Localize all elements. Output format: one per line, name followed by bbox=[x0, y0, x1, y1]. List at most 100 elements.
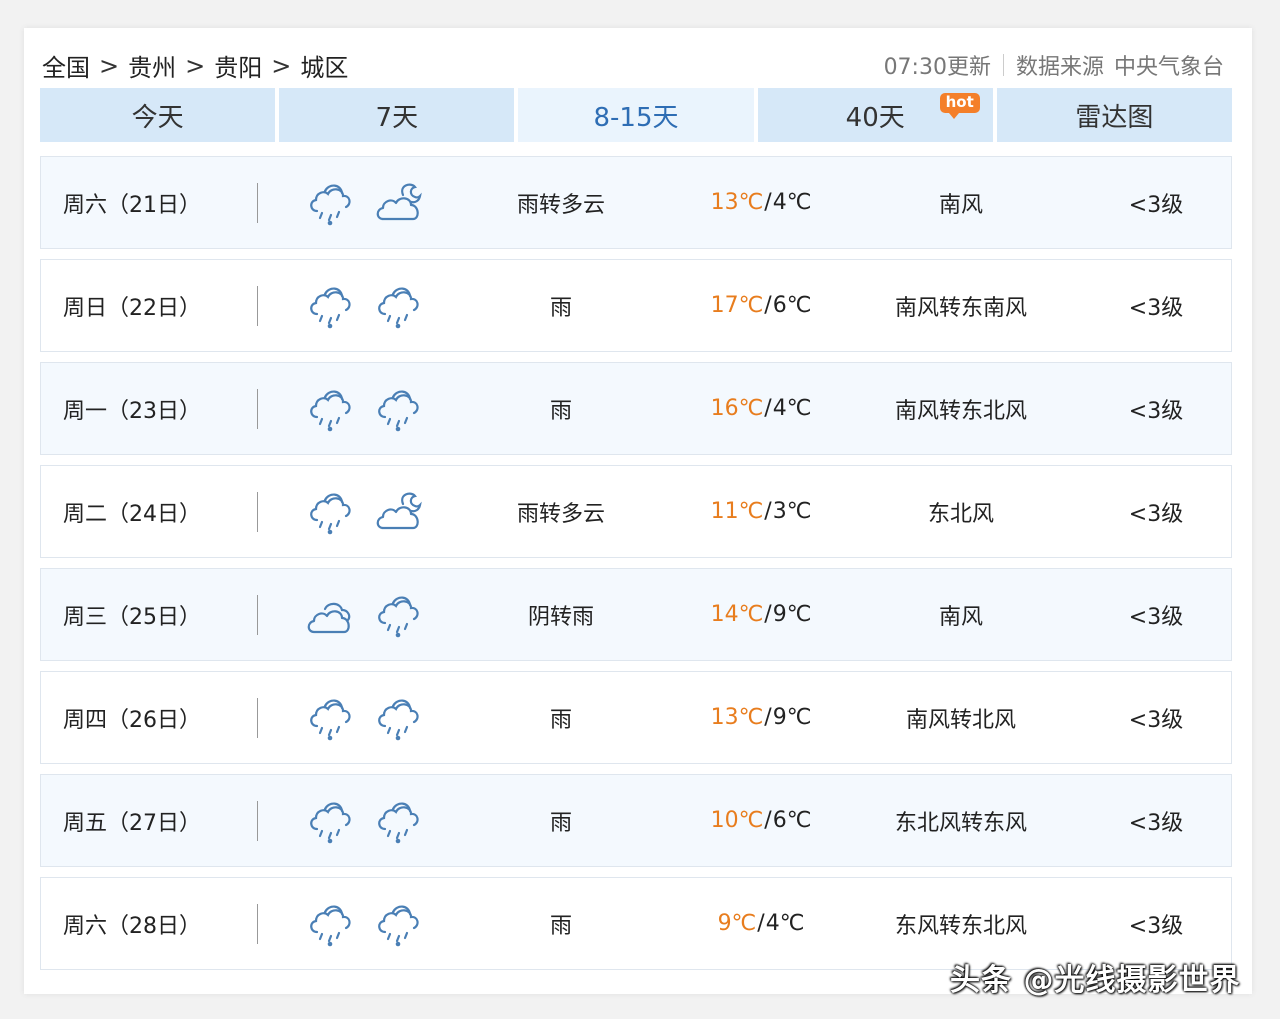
wind-direction: 南风转北风 bbox=[905, 707, 1016, 733]
tab-label: 40天 bbox=[845, 102, 905, 133]
partly-cloudy-night-icon bbox=[373, 179, 425, 227]
temperature-slash: / bbox=[757, 911, 765, 936]
wind-level: <3级 bbox=[1128, 604, 1184, 630]
temperature-slash: / bbox=[764, 396, 772, 421]
weather-icons bbox=[305, 363, 425, 454]
weather-icons bbox=[305, 878, 425, 969]
wind-level: <3级 bbox=[1128, 398, 1184, 424]
tab-label: 8-15天 bbox=[593, 102, 679, 133]
temperature: 14℃/9℃ bbox=[661, 569, 861, 660]
breadcrumb: 全国 > 贵州 > 贵阳 > 城区 bbox=[42, 48, 348, 83]
breadcrumb-item-province[interactable]: 贵州 bbox=[128, 48, 176, 83]
wind-level: <3级 bbox=[1128, 810, 1184, 836]
forecast-row: 周三（25日） 阴转雨 14℃/9℃ 南风 <3级 bbox=[40, 568, 1232, 661]
tab-8-15-days[interactable]: 8-15天 bbox=[518, 88, 754, 142]
day-date: 周日（22日） bbox=[63, 295, 201, 321]
temperature-slash: / bbox=[764, 190, 772, 215]
rain-cloud-icon bbox=[373, 900, 425, 948]
weather-text: 雨 bbox=[549, 913, 572, 939]
wind-direction: 南风转东北风 bbox=[894, 398, 1027, 424]
high-temperature: 13℃ bbox=[710, 190, 764, 215]
tab-label: 今天 bbox=[131, 102, 184, 133]
low-temperature: 6℃ bbox=[772, 808, 812, 833]
rain-cloud-icon bbox=[373, 282, 425, 330]
high-temperature: 11℃ bbox=[710, 499, 764, 524]
wind-direction: 东北风转东风 bbox=[894, 810, 1027, 836]
header: 全国 > 贵州 > 贵阳 > 城区 07:30更新 数据来源 中央气象台 bbox=[24, 28, 1252, 88]
weather-text: 雨 bbox=[549, 398, 572, 424]
forecast-row: 周四（26日） 雨 13℃/9℃ 南风转北风 <3级 bbox=[40, 671, 1232, 764]
weather-panel: 全国 > 贵州 > 贵阳 > 城区 07:30更新 数据来源 中央气象台 今天 … bbox=[24, 28, 1252, 994]
low-temperature: 3℃ bbox=[772, 499, 812, 524]
wind-level: <3级 bbox=[1128, 501, 1184, 527]
day-date: 周四（26日） bbox=[63, 707, 201, 733]
rain-cloud-icon bbox=[373, 385, 425, 433]
high-temperature: 17℃ bbox=[710, 293, 764, 318]
weather-icons bbox=[305, 466, 425, 557]
breadcrumb-item-country[interactable]: 全国 bbox=[42, 48, 90, 83]
low-temperature: 9℃ bbox=[772, 602, 812, 627]
rain-cloud-icon bbox=[305, 797, 357, 845]
rain-cloud-icon bbox=[305, 282, 357, 330]
partly-cloudy-night-icon bbox=[373, 488, 425, 536]
wind-direction: 南风 bbox=[938, 604, 983, 630]
update-time: 07:30更新 bbox=[883, 55, 991, 80]
column-divider bbox=[257, 389, 258, 429]
wind-level: <3级 bbox=[1128, 192, 1184, 218]
temperature: 16℃/4℃ bbox=[661, 363, 861, 454]
watermark: 头条 @光线摄影世界 bbox=[950, 963, 1241, 998]
tab-today[interactable]: 今天 bbox=[40, 88, 276, 142]
temperature-slash: / bbox=[764, 602, 772, 627]
column-divider bbox=[257, 904, 258, 944]
temperature-slash: / bbox=[764, 293, 772, 318]
temperature: 11℃/3℃ bbox=[661, 466, 861, 557]
low-temperature: 4℃ bbox=[772, 396, 812, 421]
temperature: 10℃/6℃ bbox=[661, 775, 861, 866]
wind-direction: 南风转东南风 bbox=[894, 295, 1027, 321]
source-name: 中央气象台 bbox=[1113, 55, 1224, 80]
forecast-row: 周二（24日） 雨转多云 11℃/3℃ 东北风 <3级 bbox=[40, 465, 1232, 558]
day-date: 周六（21日） bbox=[63, 192, 201, 218]
temperature: 9℃/4℃ bbox=[661, 878, 861, 969]
column-divider bbox=[257, 492, 258, 532]
hot-badge: hot bbox=[939, 93, 980, 119]
temperature: 17℃/6℃ bbox=[661, 260, 861, 351]
high-temperature: 10℃ bbox=[710, 808, 764, 833]
weather-text: 雨 bbox=[549, 810, 572, 836]
wind-direction: 东北风 bbox=[927, 501, 994, 527]
day-date: 周一（23日） bbox=[63, 398, 201, 424]
overcast-icon bbox=[305, 591, 357, 639]
day-date: 周三（25日） bbox=[63, 604, 201, 630]
weather-icons bbox=[305, 157, 425, 248]
rain-cloud-icon bbox=[373, 797, 425, 845]
tab-radar[interactable]: 雷达图 bbox=[996, 88, 1233, 142]
low-temperature: 9℃ bbox=[772, 705, 812, 730]
source-label: 数据来源 bbox=[1015, 55, 1104, 80]
breadcrumb-item-city[interactable]: 贵阳 bbox=[214, 48, 262, 83]
high-temperature: 14℃ bbox=[710, 602, 764, 627]
forecast-row: 周六（21日） 雨转多云 13℃/4℃ 南风 <3级 bbox=[40, 156, 1232, 249]
weather-icons bbox=[305, 260, 425, 351]
day-date: 周五（27日） bbox=[63, 810, 201, 836]
temperature: 13℃/9℃ bbox=[661, 672, 861, 763]
update-meta: 07:30更新 数据来源 中央气象台 bbox=[884, 49, 1224, 81]
weather-text: 雨转多云 bbox=[516, 192, 605, 218]
day-date: 周六（28日） bbox=[63, 913, 201, 939]
weather-text: 阴转雨 bbox=[527, 604, 594, 630]
rain-cloud-icon bbox=[305, 385, 357, 433]
forecast-row: 周日（22日） 雨 17℃/6℃ 南风转东南风 <3级 bbox=[40, 259, 1232, 352]
low-temperature: 6℃ bbox=[772, 293, 812, 318]
weather-icons bbox=[305, 672, 425, 763]
temperature-slash: / bbox=[764, 705, 772, 730]
column-divider bbox=[257, 698, 258, 738]
temperature-slash: / bbox=[764, 808, 772, 833]
tab-7-days[interactable]: 7天 bbox=[279, 88, 515, 142]
wind-direction: 南风 bbox=[938, 192, 983, 218]
high-temperature: 9℃ bbox=[717, 911, 757, 936]
weather-text: 雨 bbox=[549, 295, 572, 321]
tab-40-days[interactable]: 40天 hot bbox=[757, 88, 993, 142]
temperature-slash: / bbox=[764, 499, 772, 524]
forecast-row: 周一（23日） 雨 16℃/4℃ 南风转东北风 <3级 bbox=[40, 362, 1232, 455]
high-temperature: 16℃ bbox=[710, 396, 764, 421]
rain-cloud-icon bbox=[373, 591, 425, 639]
